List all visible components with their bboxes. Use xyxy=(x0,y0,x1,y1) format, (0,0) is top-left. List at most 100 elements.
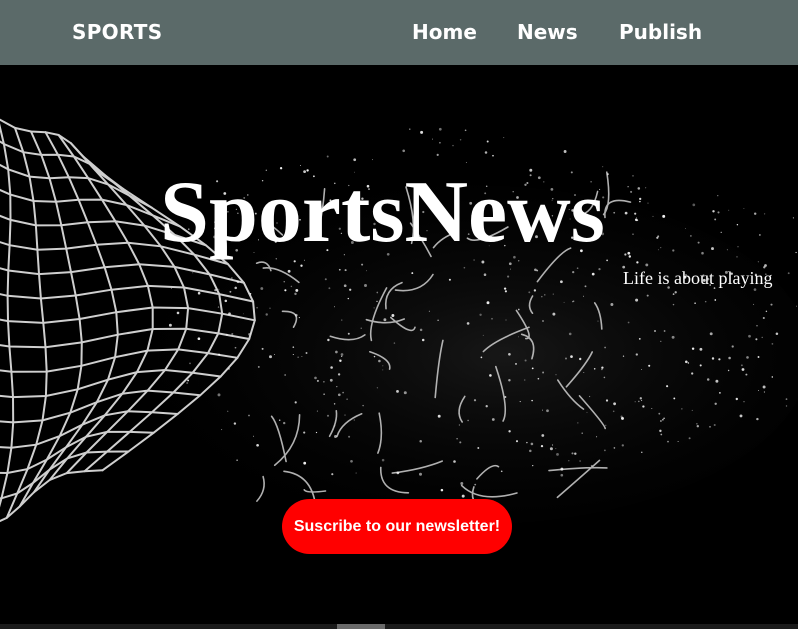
particle xyxy=(383,318,387,322)
particle xyxy=(717,195,719,197)
particle xyxy=(278,419,281,421)
particle xyxy=(371,159,374,161)
particle xyxy=(765,310,768,313)
particle xyxy=(621,444,624,447)
particle xyxy=(639,397,642,400)
particle xyxy=(746,356,749,359)
particle xyxy=(549,447,553,451)
particle xyxy=(228,368,230,370)
particle xyxy=(691,372,694,375)
particle xyxy=(364,284,367,287)
particle xyxy=(552,312,556,316)
particle xyxy=(638,338,641,340)
nav-link-publish[interactable]: Publish xyxy=(619,20,702,44)
particle xyxy=(639,200,641,203)
particle xyxy=(327,338,330,342)
particle xyxy=(634,212,637,215)
particle xyxy=(577,422,579,424)
particle xyxy=(606,259,608,262)
particle xyxy=(261,347,264,350)
particle xyxy=(316,410,318,412)
particle xyxy=(334,425,336,427)
particle xyxy=(605,399,609,402)
particle xyxy=(265,313,268,316)
particle xyxy=(563,150,567,153)
particle xyxy=(335,350,338,354)
particle xyxy=(323,380,325,383)
particle xyxy=(459,441,462,444)
particle xyxy=(688,437,691,440)
particle xyxy=(337,393,341,397)
particle xyxy=(728,356,731,360)
top-nav-bar: SPORTS Home News Publish xyxy=(0,0,798,65)
scrollbar-thumb[interactable] xyxy=(337,624,385,629)
particle xyxy=(713,423,716,427)
particle xyxy=(284,289,287,292)
particle xyxy=(652,215,654,217)
particle xyxy=(346,398,348,401)
particle xyxy=(593,368,596,370)
particle xyxy=(556,452,559,456)
particle xyxy=(504,290,507,293)
particle xyxy=(572,270,575,274)
particle xyxy=(648,364,651,367)
horizontal-scrollbar[interactable] xyxy=(0,624,798,629)
particle xyxy=(541,295,543,298)
particle xyxy=(253,435,255,437)
particle xyxy=(761,336,763,339)
particle xyxy=(660,246,662,249)
particle xyxy=(283,421,286,425)
particle xyxy=(546,409,549,413)
particle xyxy=(581,432,583,434)
particle xyxy=(624,211,628,215)
particle xyxy=(785,398,788,400)
particle xyxy=(570,355,573,358)
particle xyxy=(474,483,477,486)
particle xyxy=(531,399,533,402)
particle xyxy=(717,211,720,214)
particle xyxy=(228,312,231,316)
particle xyxy=(491,317,493,320)
particle xyxy=(762,385,766,389)
particle xyxy=(656,236,659,239)
particle xyxy=(347,332,350,335)
particle xyxy=(759,234,761,236)
particle xyxy=(479,313,482,316)
particle xyxy=(236,280,240,284)
particle xyxy=(714,402,717,405)
particle xyxy=(531,367,534,370)
particle xyxy=(460,482,464,485)
particle xyxy=(540,444,544,448)
particle xyxy=(524,379,526,381)
particle xyxy=(376,387,379,389)
particle xyxy=(492,154,494,157)
particle xyxy=(465,162,467,163)
particle xyxy=(628,255,632,258)
particle xyxy=(480,356,483,359)
particle xyxy=(338,268,341,271)
nav-link-news[interactable]: News xyxy=(517,20,578,44)
particle xyxy=(315,431,318,434)
particle xyxy=(712,210,715,213)
particle xyxy=(530,442,534,446)
particle xyxy=(257,365,260,368)
brand-logo-text[interactable]: SPORTS xyxy=(72,20,162,44)
particle xyxy=(718,391,721,394)
particle xyxy=(645,263,649,267)
particle xyxy=(564,357,568,360)
particle xyxy=(551,444,554,446)
particle xyxy=(403,391,407,395)
particle xyxy=(646,294,649,297)
subscribe-newsletter-button[interactable]: Suscribe to our newsletter! xyxy=(282,499,512,554)
particle xyxy=(459,139,462,141)
particle xyxy=(762,316,765,320)
particle xyxy=(552,293,554,295)
particle xyxy=(743,208,745,210)
particle xyxy=(344,414,346,416)
particle xyxy=(344,269,347,272)
particle xyxy=(685,360,688,364)
particle xyxy=(509,268,511,270)
particle xyxy=(189,362,191,365)
particle xyxy=(627,321,630,324)
nav-link-home[interactable]: Home xyxy=(412,20,477,44)
